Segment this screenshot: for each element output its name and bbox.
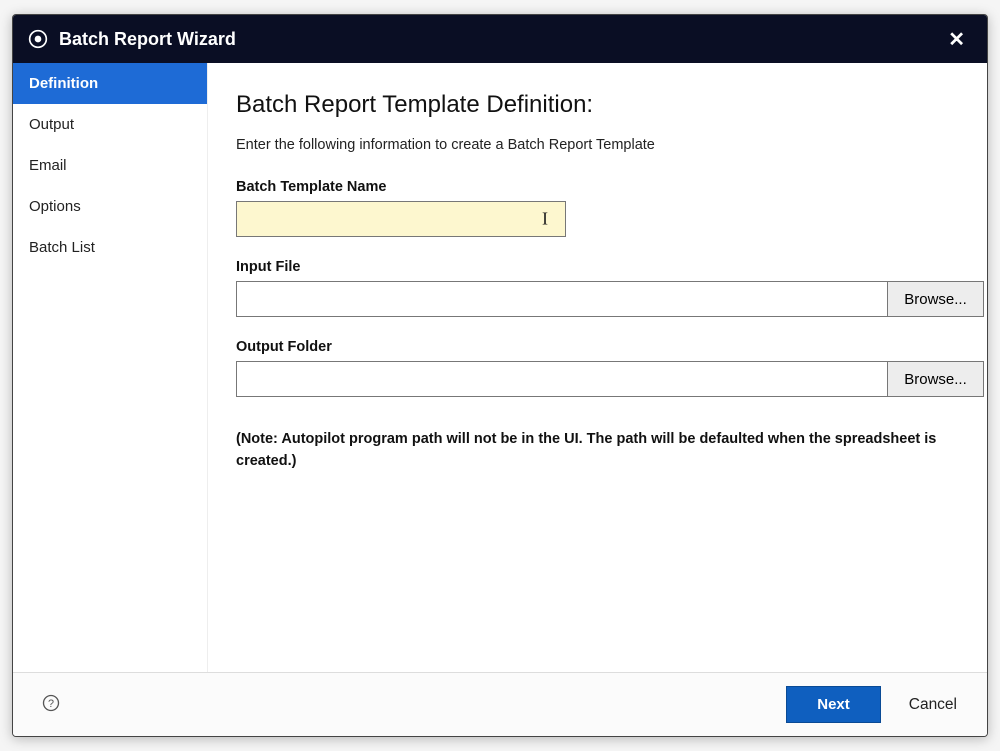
output-folder-label: Output Folder: [236, 339, 959, 355]
help-icon: ?: [41, 693, 61, 716]
template-name-input[interactable]: [236, 201, 566, 237]
batch-report-wizard-dialog: Batch Report Wizard ✕ Definition Output …: [12, 14, 988, 737]
sidebar-item-label: Email: [29, 157, 67, 174]
dialog-body: Definition Output Email Options Batch Li…: [13, 63, 987, 672]
template-name-label: Batch Template Name: [236, 179, 959, 195]
titlebar: Batch Report Wizard ✕: [13, 15, 987, 63]
input-file-input[interactable]: [236, 281, 888, 317]
help-button[interactable]: ?: [37, 691, 65, 719]
close-icon: ✕: [948, 29, 965, 51]
footer: ? Next Cancel: [13, 672, 987, 736]
close-button[interactable]: ✕: [940, 23, 973, 56]
svg-text:?: ?: [48, 698, 54, 710]
field-input-file: Input File Browse...: [236, 259, 959, 317]
sidebar-item-output[interactable]: Output: [13, 104, 207, 145]
page-title: Batch Report Template Definition:: [236, 91, 959, 119]
sidebar-item-email[interactable]: Email: [13, 145, 207, 186]
next-button[interactable]: Next: [786, 686, 881, 723]
input-file-browse-button[interactable]: Browse...: [888, 281, 984, 317]
content-pane: Batch Report Template Definition: Enter …: [208, 63, 987, 672]
sidebar-item-label: Options: [29, 198, 81, 215]
titlebar-left: Batch Report Wizard: [27, 28, 236, 50]
page-description: Enter the following information to creat…: [236, 137, 959, 153]
field-template-name: Batch Template Name I: [236, 179, 959, 237]
output-folder-input[interactable]: [236, 361, 888, 397]
window-title: Batch Report Wizard: [59, 29, 236, 50]
sidebar-item-label: Output: [29, 116, 74, 133]
sidebar-item-label: Batch List: [29, 239, 95, 256]
input-file-label: Input File: [236, 259, 959, 275]
sidebar: Definition Output Email Options Batch Li…: [13, 63, 208, 672]
note-text: (Note: Autopilot program path will not b…: [236, 429, 959, 473]
cancel-button[interactable]: Cancel: [903, 688, 963, 722]
field-output-folder: Output Folder Browse...: [236, 339, 959, 397]
app-icon: [27, 28, 49, 50]
sidebar-item-options[interactable]: Options: [13, 186, 207, 227]
output-folder-browse-button[interactable]: Browse...: [888, 361, 984, 397]
sidebar-item-definition[interactable]: Definition: [13, 63, 207, 104]
footer-buttons: Next Cancel: [786, 686, 963, 723]
sidebar-item-label: Definition: [29, 75, 98, 92]
sidebar-item-batch-list[interactable]: Batch List: [13, 227, 207, 268]
